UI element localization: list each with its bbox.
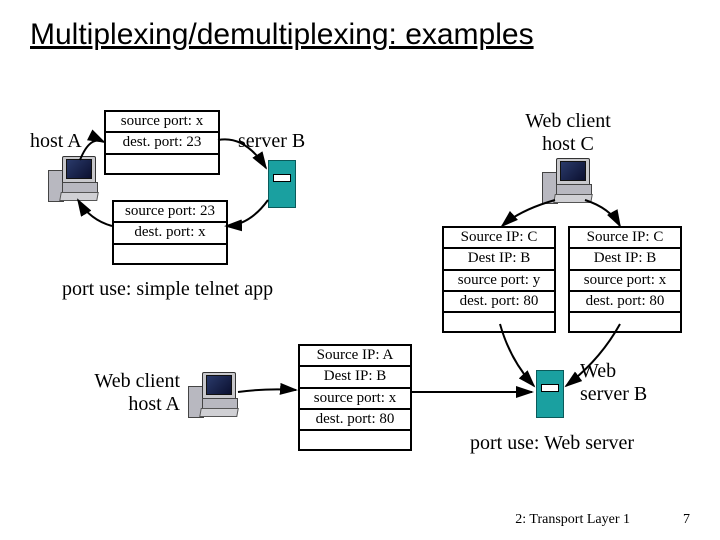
label-web-client-c: Web client host C [498, 110, 638, 156]
label-web-client-a: Web client host A [70, 370, 180, 416]
label-server-b-top: server B [238, 130, 305, 153]
computer-web-client-a-icon [188, 372, 238, 418]
slide-title: Multiplexing/demultiplexing: examples [30, 18, 534, 52]
caption-telnet: port use: simple telnet app [62, 278, 273, 301]
web-server-b-icon [536, 370, 564, 418]
footer-section: 2: Transport Layer 1 [515, 512, 630, 528]
computer-host-c-icon [542, 158, 592, 204]
label-host-a: host A [30, 130, 82, 153]
footer-page-number: 7 [683, 512, 690, 528]
computer-host-a-icon [48, 156, 98, 202]
caption-web: port use: Web server [470, 432, 634, 455]
label-web-server-b: Web server B [580, 360, 647, 406]
server-b-top-icon [268, 160, 296, 208]
